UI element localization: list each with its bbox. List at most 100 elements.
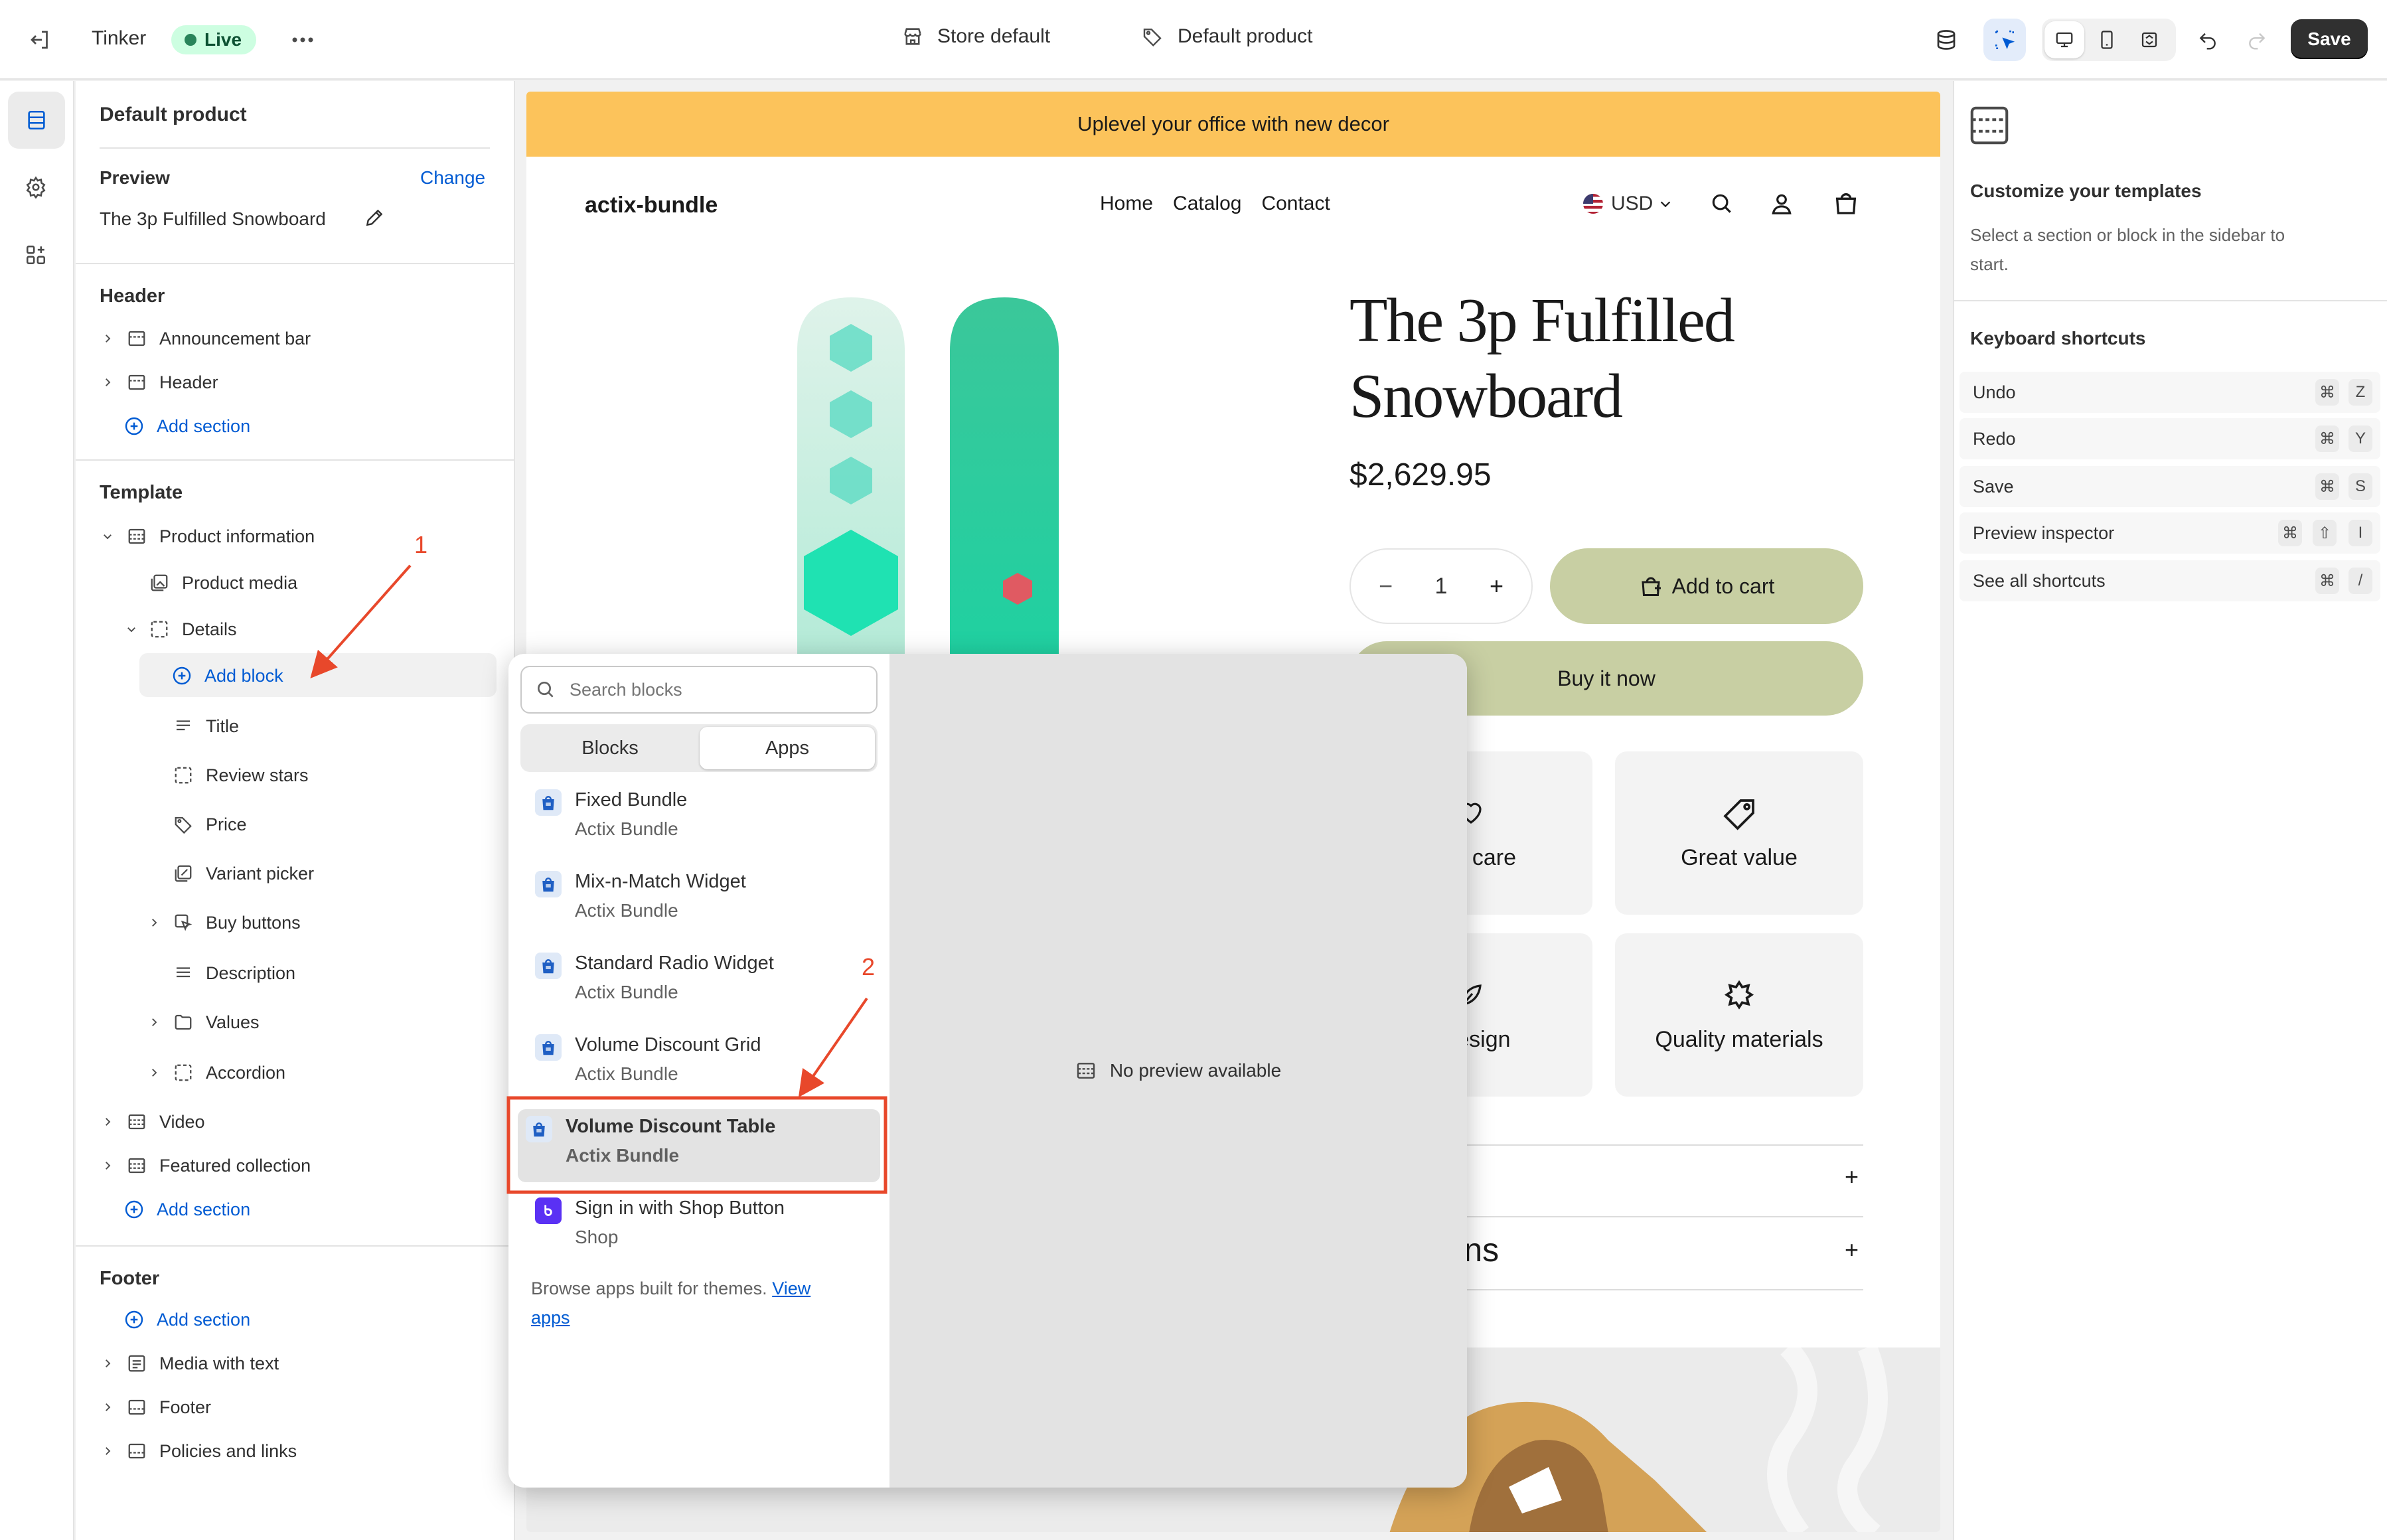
view-apps-link[interactable]: View xyxy=(772,1278,810,1298)
change-preview-link[interactable]: Change xyxy=(420,167,485,189)
chevron-right-icon[interactable] xyxy=(145,1013,163,1032)
section-label: Featured collection xyxy=(159,1155,311,1176)
search-blocks-input[interactable] xyxy=(570,679,862,700)
chevron-right-icon[interactable] xyxy=(98,329,117,348)
store-brand[interactable]: actix-bundle xyxy=(585,193,718,218)
block-buy-buttons[interactable]: Buy buttons xyxy=(173,903,301,943)
accordion-1-toggle-icon[interactable]: + xyxy=(1845,1163,1859,1191)
add-block-button[interactable]: Add block xyxy=(171,656,283,696)
shortcut-label: Redo xyxy=(1973,428,2016,449)
nav-catalog[interactable]: Catalog xyxy=(1173,193,1241,215)
puzzle-icon xyxy=(1724,980,1754,1010)
block-variant-picker[interactable]: Variant picker xyxy=(173,854,314,893)
desktop-view-icon[interactable] xyxy=(2044,21,2084,58)
fullscreen-view-icon[interactable] xyxy=(2129,21,2169,58)
shortcut-key: ⇧ xyxy=(2313,520,2337,546)
mobile-view-icon[interactable] xyxy=(2087,21,2127,58)
section-footer[interactable]: Footer xyxy=(126,1387,211,1427)
section-media-with-text[interactable]: Media with text xyxy=(126,1344,279,1383)
app-bag-icon xyxy=(535,1034,562,1061)
app-block-vendor: Shop xyxy=(575,1227,619,1247)
tab-apps[interactable]: Apps xyxy=(700,727,875,769)
tab-blocks[interactable]: Blocks xyxy=(523,727,697,769)
section-icon xyxy=(126,1440,147,1462)
add-section-header[interactable]: Add section xyxy=(123,406,250,446)
block-values[interactable]: Values xyxy=(173,1002,260,1042)
block-label: Title xyxy=(206,716,240,736)
more-actions-icon[interactable] xyxy=(281,19,324,61)
price-tag-icon xyxy=(173,814,194,835)
undo-icon[interactable] xyxy=(2187,19,2229,61)
template-selector[interactable]: Default product xyxy=(1142,25,1312,48)
chevron-right-icon[interactable] xyxy=(145,1063,163,1082)
app-name: Tinker xyxy=(92,27,147,49)
quantity-stepper[interactable]: − 1 + xyxy=(1349,548,1533,624)
section-header[interactable]: Header xyxy=(126,362,218,402)
section-announcement-bar[interactable]: Announcement bar xyxy=(126,319,311,358)
settings-gear-icon[interactable] xyxy=(15,166,57,208)
app-block-icon xyxy=(173,765,194,786)
us-flag-icon xyxy=(1583,194,1603,214)
chevron-right-icon[interactable] xyxy=(98,1354,117,1373)
section-policies-and-links[interactable]: Policies and links xyxy=(126,1431,297,1471)
chevron-right-icon[interactable] xyxy=(98,1398,117,1417)
chevron-right-icon[interactable] xyxy=(98,373,117,392)
save-button[interactable]: Save xyxy=(2291,19,2368,59)
search-icon xyxy=(538,682,554,698)
block-title[interactable]: Title xyxy=(173,706,239,746)
section-icon xyxy=(126,526,147,547)
search-icon[interactable] xyxy=(1709,191,1734,220)
apps-icon[interactable] xyxy=(15,234,57,276)
accordion-2-toggle-icon[interactable]: + xyxy=(1845,1236,1859,1264)
add-section-footer[interactable]: Add section xyxy=(123,1300,250,1340)
app-block-item-selected[interactable]: Volume Discount Table Actix Bundle xyxy=(518,1109,880,1182)
tab-label: Apps xyxy=(765,737,810,759)
database-icon[interactable] xyxy=(1925,19,1967,61)
app-block-vendor: Actix Bundle xyxy=(575,1063,678,1084)
sidebar-divider xyxy=(100,147,490,149)
quantity-value: 1 xyxy=(1434,573,1448,599)
announcement-bar[interactable]: Uplevel your office with new decor xyxy=(526,92,1940,157)
section-product-information[interactable]: Product information xyxy=(126,516,315,556)
block-description[interactable]: Description xyxy=(173,953,295,993)
add-section-template[interactable]: Add section xyxy=(123,1190,250,1229)
chevron-right-icon[interactable] xyxy=(98,1442,117,1460)
decrease-icon[interactable]: − xyxy=(1379,572,1393,600)
chevron-right-icon[interactable] xyxy=(98,1156,117,1175)
block-label: Details xyxy=(182,619,237,639)
chevron-right-icon[interactable] xyxy=(145,913,163,932)
section-featured-collection[interactable]: Featured collection xyxy=(126,1146,311,1186)
exit-icon[interactable] xyxy=(19,19,61,61)
view-apps-link[interactable]: apps xyxy=(531,1308,570,1328)
add-to-cart-button[interactable]: Add to cart xyxy=(1550,548,1863,624)
cart-bag-icon[interactable] xyxy=(1833,190,1859,220)
redo-icon[interactable] xyxy=(2236,19,2278,61)
block-review-stars[interactable]: Review stars xyxy=(173,755,309,795)
increase-icon[interactable]: + xyxy=(1490,572,1503,600)
block-price[interactable]: Price xyxy=(173,805,247,844)
account-icon[interactable] xyxy=(1769,191,1794,220)
block-label: Accordion xyxy=(206,1062,286,1083)
block-accordion[interactable]: Accordion xyxy=(173,1053,285,1093)
search-blocks-field[interactable] xyxy=(520,666,878,714)
sidebar-divider xyxy=(76,1245,515,1247)
store-label: Store default xyxy=(937,25,1051,47)
store-selector[interactable]: Store default xyxy=(901,25,1050,48)
shortcut-key: ⌘ xyxy=(2315,425,2339,452)
cursor-click-icon xyxy=(173,912,194,933)
edit-pencil-icon[interactable] xyxy=(364,207,385,232)
chevron-down-icon[interactable] xyxy=(98,527,117,546)
add-section-label: Add section xyxy=(157,1199,251,1219)
shortcut-label: Preview inspector xyxy=(1973,522,2115,543)
nav-contact[interactable]: Contact xyxy=(1261,193,1330,215)
currency-selector[interactable]: USD xyxy=(1583,193,1673,215)
block-details[interactable]: Details xyxy=(149,609,237,649)
inspector-icon[interactable] xyxy=(1983,19,2026,61)
sections-icon[interactable] xyxy=(8,92,65,149)
block-product-media[interactable]: Product media xyxy=(149,563,297,603)
chevron-right-icon[interactable] xyxy=(98,1113,117,1131)
nav-home[interactable]: Home xyxy=(1100,193,1153,215)
section-label: Footer xyxy=(159,1397,212,1417)
section-video[interactable]: Video xyxy=(126,1102,205,1142)
chevron-down-icon[interactable] xyxy=(122,620,141,639)
